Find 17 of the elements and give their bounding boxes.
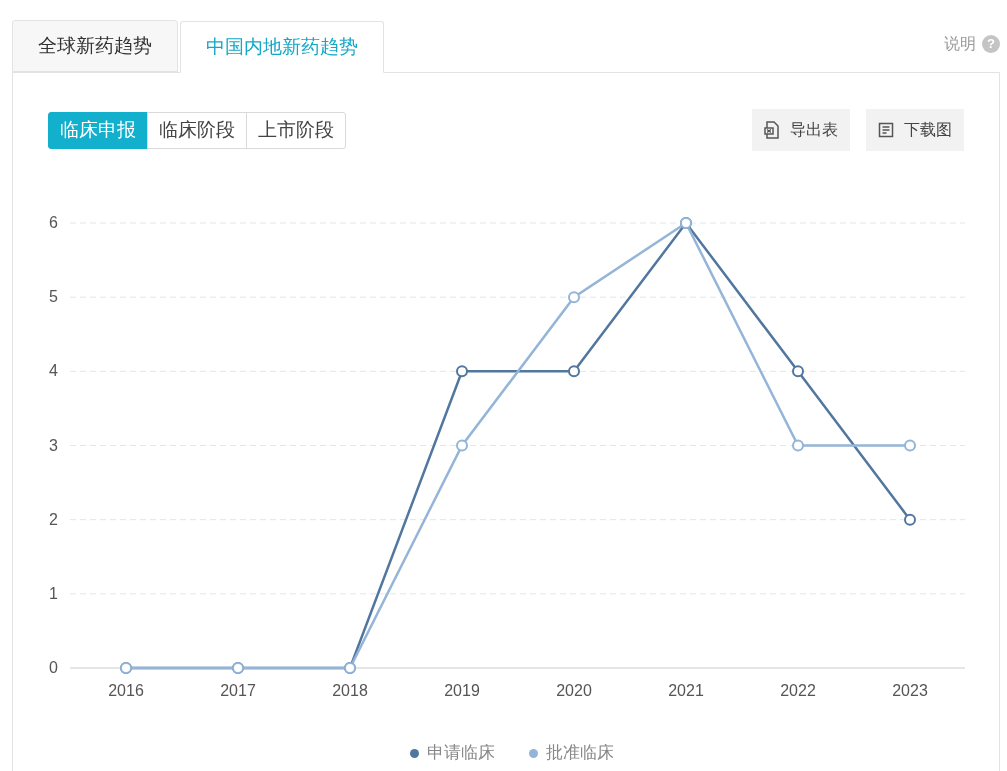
y-axis-label: 3: [49, 436, 58, 454]
legend-label: 批准临床: [546, 743, 614, 763]
x-axis-label: 2017: [220, 682, 256, 699]
y-axis-label: 1: [49, 584, 58, 602]
x-axis-label: 2020: [556, 682, 592, 699]
x-axis-label: 2019: [444, 682, 480, 699]
x-axis-label: 2022: [780, 682, 816, 699]
y-axis-label: 2: [49, 510, 58, 528]
y-axis-label: 0: [49, 659, 58, 676]
y-axis-label: 4: [49, 362, 58, 380]
y-axis-label: 6: [49, 214, 58, 231]
x-axis-label: 2021: [668, 682, 704, 699]
x-axis-label: 2018: [332, 682, 368, 699]
y-axis-label: 5: [49, 288, 58, 306]
x-axis-label: 2016: [108, 682, 144, 699]
legend-label: 申请临床: [427, 743, 495, 763]
x-axis-label: 2023: [892, 682, 928, 699]
